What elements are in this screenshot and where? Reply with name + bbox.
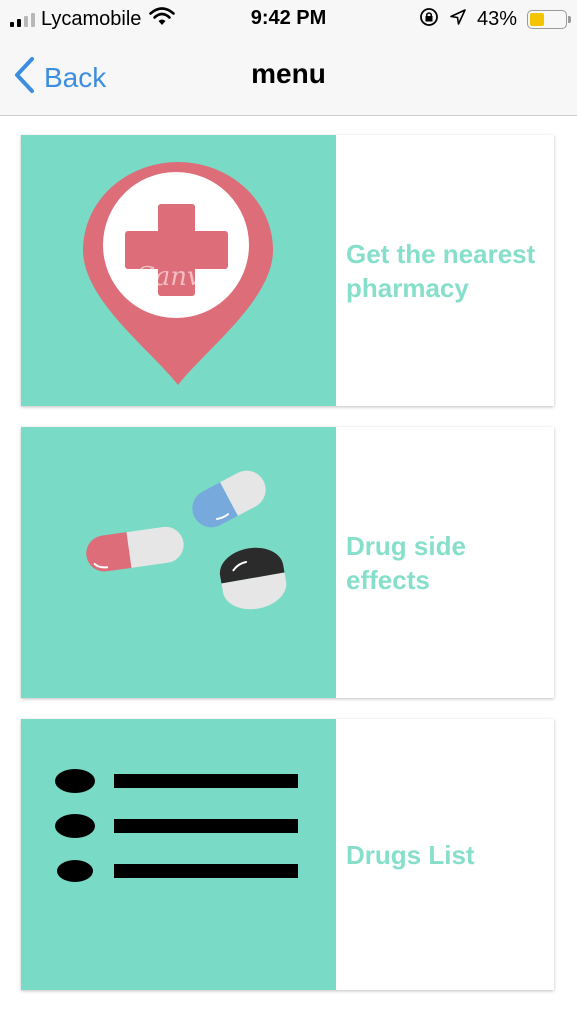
watermark-text: Canva — [135, 262, 217, 292]
menu-card-nearest-pharmacy[interactable]: Canva Get the nearest pharmacy — [21, 135, 554, 406]
pharmacy-location-pin-icon: Canva — [83, 162, 273, 385]
list-icon — [55, 769, 298, 882]
label-line: Drugs List — [346, 839, 475, 870]
battery-percent: 43% — [476, 8, 517, 30]
card-text: Drugs List — [336, 719, 554, 990]
label-line: Drug side — [346, 530, 466, 561]
card-image: Canva — [21, 135, 336, 406]
label-line: Get the nearest — [346, 238, 536, 269]
menu-label: Drugs List — [346, 838, 475, 872]
location-arrow-icon — [449, 8, 467, 31]
label-line: effects — [346, 564, 430, 595]
card-text: Drug side effects — [336, 427, 554, 698]
card-image — [21, 719, 336, 990]
card-image — [21, 427, 336, 698]
navigation-bar: Back menu — [0, 38, 577, 116]
status-bar: Lycamobile 9:42 PM 43% — [0, 0, 577, 38]
pills-icon — [86, 470, 287, 610]
label-line: pharmacy — [346, 272, 469, 303]
battery-icon — [527, 10, 571, 29]
page-title: menu — [251, 58, 326, 89]
menu-card-drugs-list[interactable]: Drugs List — [21, 719, 554, 990]
menu-label: Get the nearest pharmacy — [346, 237, 535, 305]
menu-label: Drug side effects — [346, 529, 466, 597]
battery-level — [530, 13, 545, 26]
menu-card-drug-side-effects[interactable]: Drug side effects — [21, 427, 554, 698]
orientation-lock-icon — [419, 7, 439, 32]
card-text: Get the nearest pharmacy — [336, 135, 554, 406]
status-right: 43% — [419, 7, 571, 32]
